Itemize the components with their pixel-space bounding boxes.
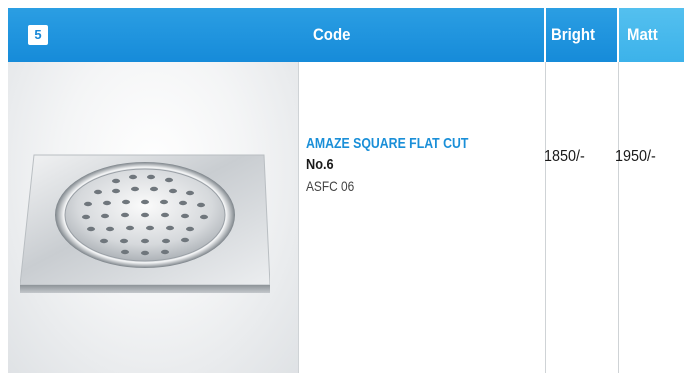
floor-drain-image — [20, 154, 270, 293]
table-row — [8, 62, 684, 373]
product-catalog-table: 5 Code Bright Matt AMAZE SQUARE FLAT CUT… — [0, 0, 684, 373]
product-image-cell — [8, 62, 299, 373]
table-header: 5 Code Bright Matt — [0, 8, 684, 62]
item-number-badge: 5 — [28, 25, 48, 45]
header-main-band — [8, 8, 544, 62]
product-code: ASFC 06 — [306, 178, 355, 194]
column-divider — [545, 62, 546, 373]
price-bright: 1850/- — [544, 148, 585, 165]
matt-column-header: Matt — [627, 25, 658, 44]
bright-column-header: Bright — [551, 25, 596, 44]
price-matt: 1950/- — [615, 148, 656, 165]
product-number: No.6 — [306, 156, 334, 173]
product-name: AMAZE SQUARE FLAT CUT — [306, 135, 469, 152]
code-column-header: Code — [313, 25, 351, 44]
column-divider — [618, 62, 619, 373]
